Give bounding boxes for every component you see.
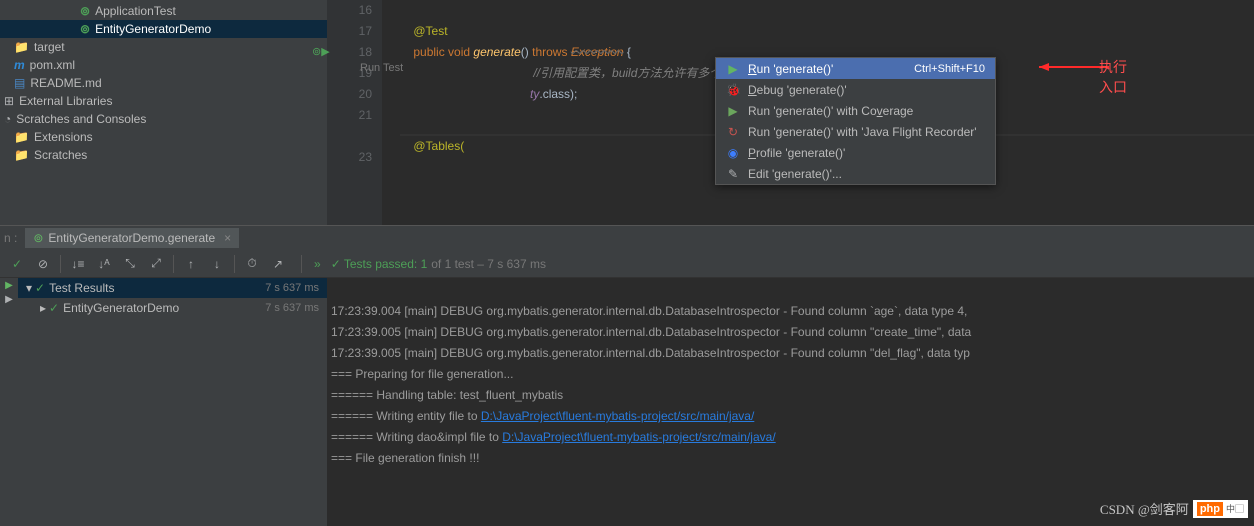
collapse-icon[interactable]: ⤢ [145, 253, 167, 275]
run-arrow-icon[interactable]: ▶ [5, 280, 13, 291]
tree-item-extensions[interactable]: 📁 Extensions [0, 128, 327, 146]
console-output[interactable]: 17:23:39.004 [main] DEBUG org.mybatis.ge… [327, 278, 1254, 526]
run-left-gutter: ▶ ▶ [0, 278, 18, 526]
menu-jfr[interactable]: ↻ Run 'generate()' with 'Java Flight Rec… [716, 121, 995, 142]
tree-item-target[interactable]: 📁 target [0, 38, 327, 56]
test-node-label: EntityGeneratorDemo [63, 301, 179, 315]
test-time: 7 s 637 ms [265, 302, 319, 314]
menu-run[interactable]: ▶ Run 'generate()' Ctrl+Shift+F10 [716, 58, 995, 79]
tests-info-label: of 1 test – 7 s 637 ms [431, 257, 546, 271]
down-icon[interactable]: ↓ [206, 253, 228, 275]
editor-gutter: 16 17 ⊚▶18 19 20 21 23 [327, 0, 382, 225]
pass-icon: ✓ [49, 301, 59, 315]
markdown-icon: ▤ [14, 76, 25, 90]
console-link[interactable]: D:\JavaProject\fluent-mybatis-project/sr… [481, 409, 754, 423]
tree-label: Scratches [34, 148, 87, 162]
test-time: 7 s 637 ms [265, 282, 319, 294]
tree-label: pom.xml [30, 58, 75, 72]
menu-label: Run 'generate()' with Coverage [748, 104, 913, 118]
watermark-text: CSDN @剑客阿 [1100, 499, 1189, 518]
folder-icon: 📁 [14, 130, 29, 144]
test-node-label: Test Results [49, 281, 114, 295]
close-icon[interactable]: × [224, 231, 231, 245]
tree-item-scratches-consoles[interactable]: ◔ Scratches and Consoles [0, 110, 327, 128]
test-results-child[interactable]: ▸ ✓ EntityGeneratorDemo 7 s 637 ms [18, 298, 327, 318]
annotation-arrow: 执行入口 [1039, 61, 1139, 81]
menu-profile[interactable]: ◉ Profile 'generate()' [716, 142, 995, 163]
project-tree: ⊚ ApplicationTest ⊚ EntityGeneratorDemo … [0, 0, 327, 225]
flight-recorder-icon: ↻ [726, 125, 740, 139]
run-tab-label: EntityGeneratorDemo.generate [48, 231, 215, 245]
run-tabs-bar: n : ⊚ EntityGeneratorDemo.generate × [0, 226, 1254, 250]
run-prefix: n : [4, 231, 17, 245]
menu-shortcut: Ctrl+Shift+F10 [914, 63, 985, 75]
run-hint-label: Run Test [360, 62, 403, 74]
maven-icon: m [14, 58, 25, 72]
scratch-icon: ◔ [4, 112, 11, 126]
tree-label: ApplicationTest [95, 4, 176, 18]
menu-label: Debug 'generate()' [748, 83, 847, 97]
sort-icon[interactable]: ↓≡ [67, 253, 89, 275]
tree-label: target [34, 40, 65, 54]
folder-icon: 📁 [14, 148, 29, 162]
menu-label: Run 'generate()' [748, 62, 833, 76]
tree-label: External Libraries [19, 94, 112, 108]
tree-toggle-icon[interactable]: ▶ [5, 294, 13, 305]
menu-label: Edit 'generate()'... [748, 167, 842, 181]
test-icon: ⊚ [80, 4, 90, 18]
test-results-root[interactable]: ▾ ✓ Test Results 7 s 637 ms [18, 278, 327, 298]
tree-label: Scratches and Consoles [16, 112, 146, 126]
annotation-text: 执行入口 [1099, 57, 1139, 97]
expand-icon[interactable]: ▸ [40, 301, 46, 315]
tests-passed-label: ✓ Tests passed: 1 [331, 257, 428, 271]
tree-item-application-test[interactable]: ⊚ ApplicationTest [0, 2, 327, 20]
profile-icon: ◉ [726, 146, 740, 160]
expand-icon[interactable]: ⤡ [119, 253, 141, 275]
tree-item-pom[interactable]: m pom.xml [0, 56, 327, 74]
tree-item-readme[interactable]: ▤ README.md [0, 74, 327, 92]
test-icon: ⊚ [80, 22, 90, 36]
pass-icon: ✓ [35, 281, 45, 295]
menu-coverage[interactable]: ▶ Run 'generate()' with Coverage [716, 100, 995, 121]
up-icon[interactable]: ↑ [180, 253, 202, 275]
menu-label: Run 'generate()' with 'Java Flight Recor… [748, 125, 977, 139]
run-tab-active[interactable]: ⊚ EntityGeneratorDemo.generate × [25, 228, 239, 248]
export-icon[interactable]: ↗ [267, 253, 289, 275]
test-results-tree: ▾ ✓ Test Results 7 s 637 ms ▸ ✓ EntityGe… [18, 278, 327, 526]
folder-icon: 📁 [14, 40, 29, 54]
bug-icon: 🐞 [726, 83, 740, 97]
clock-icon[interactable]: ⏱ [241, 253, 263, 275]
run-toolbar: ✓ ⊘ ↓≡ ↓ᴬ ⤡ ⤢ ↑ ↓ ⏱ ↗ » ✓ Tests passed: … [0, 250, 1254, 278]
php-badge: php中▢ [1193, 500, 1248, 518]
check-icon[interactable]: ✓ [6, 253, 28, 275]
tree-label: Extensions [34, 130, 93, 144]
toggle-icon[interactable]: ⊘ [32, 253, 54, 275]
menu-debug[interactable]: 🐞 Debug 'generate()' [716, 79, 995, 100]
console-link[interactable]: D:\JavaProject\fluent-mybatis-project/sr… [502, 430, 775, 444]
run-gutter-arrow-icon[interactable]: ⊚▶ [312, 42, 330, 63]
sort-alpha-icon[interactable]: ↓ᴬ [93, 253, 115, 275]
expand-icon[interactable]: ▾ [26, 281, 32, 295]
code-editor[interactable]: 16 17 ⊚▶18 19 20 21 23 @Test public void… [327, 0, 1254, 225]
edit-icon: ✎ [726, 167, 740, 181]
run-icon: ▶ [726, 62, 740, 76]
tree-item-scratches[interactable]: 📁 Scratches [0, 146, 327, 164]
menu-edit[interactable]: ✎ Edit 'generate()'... [716, 163, 995, 184]
tree-label: README.md [30, 76, 101, 90]
run-tool-window: n : ⊚ EntityGeneratorDemo.generate × ✓ ⊘… [0, 225, 1254, 526]
tree-label: EntityGeneratorDemo [95, 22, 211, 36]
status-check-icon: » [314, 257, 321, 271]
tree-item-entity-generator-demo[interactable]: ⊚ EntityGeneratorDemo [0, 20, 327, 38]
context-menu: ▶ Run 'generate()' Ctrl+Shift+F10 🐞 Debu… [715, 57, 996, 185]
library-icon: ⊞ [4, 94, 14, 108]
coverage-icon: ▶ [726, 104, 740, 118]
menu-label: Profile 'generate()' [748, 146, 845, 160]
watermark: CSDN @剑客阿 php中▢ [1100, 499, 1248, 518]
run-tab-icon: ⊚ [33, 231, 43, 245]
tree-item-external-libraries[interactable]: ⊞ External Libraries [0, 92, 327, 110]
